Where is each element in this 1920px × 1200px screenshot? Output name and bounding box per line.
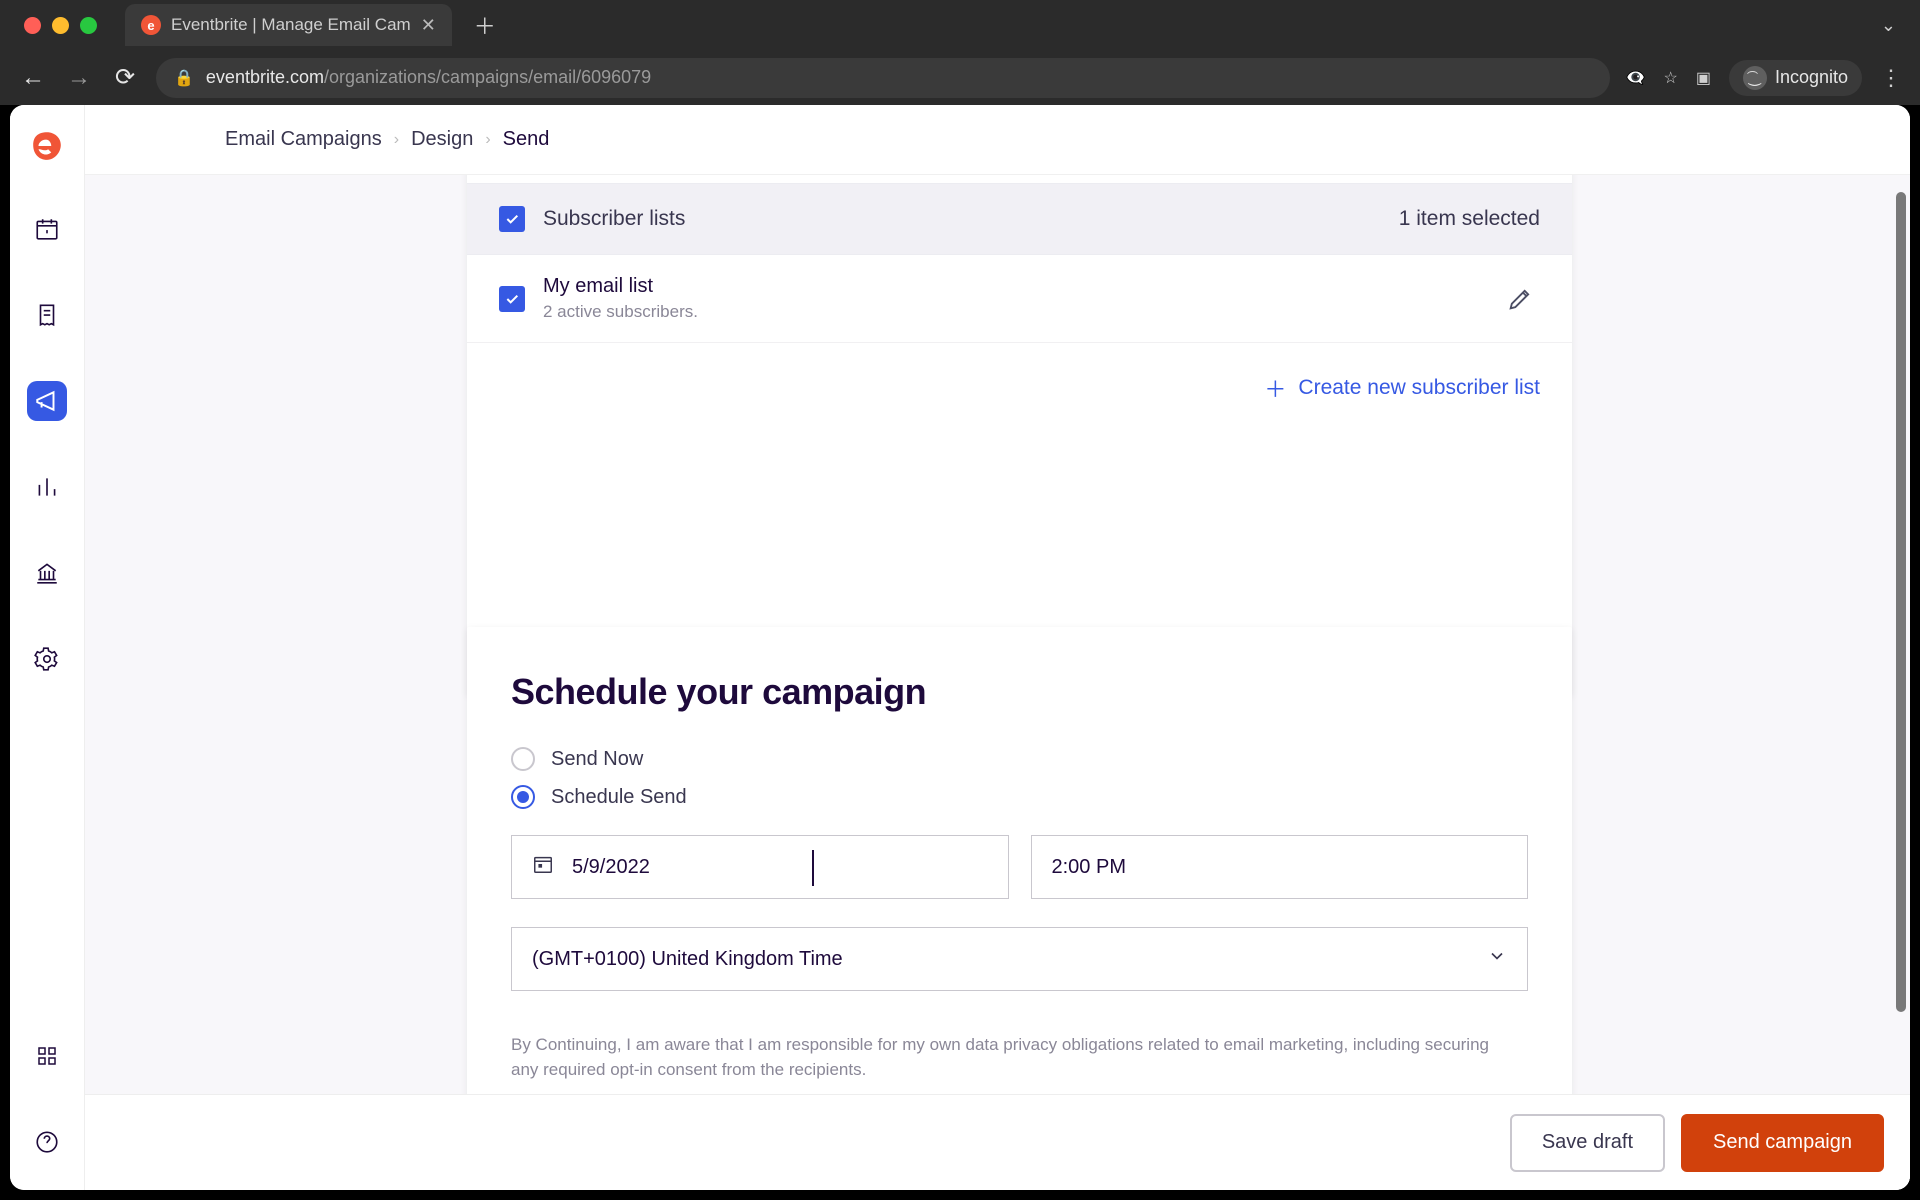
rail-reports-icon[interactable] [27, 467, 67, 507]
browser-tab[interactable]: e Eventbrite | Manage Email Cam ✕ [125, 4, 452, 46]
save-draft-button[interactable]: Save draft [1510, 1114, 1665, 1172]
timezone-value: (GMT+0100) United Kingdom Time [532, 948, 843, 971]
rail-help-icon[interactable] [27, 1122, 67, 1162]
radio-schedule-send[interactable]: Schedule Send [511, 785, 1528, 809]
legal-disclaimer: By Continuing, I am aware that I am resp… [511, 1033, 1511, 1082]
url-host: eventbrite.com [206, 67, 324, 87]
radio-send-now-label: Send Now [551, 748, 643, 771]
breadcrumb-email-campaigns[interactable]: Email Campaigns [225, 128, 382, 151]
save-draft-label: Save draft [1542, 1131, 1633, 1154]
time-input[interactable]: 2:00 PM [1031, 835, 1529, 899]
browser-menu-icon[interactable]: ⋮ [1880, 65, 1902, 91]
date-input[interactable]: 5/9/2022 [511, 835, 1009, 899]
schedule-card: Schedule your campaign Send Now Schedule… [467, 627, 1572, 1142]
rail-apps-icon[interactable] [27, 1036, 67, 1076]
app-window: Email Campaigns › Design › Send Subscrib… [10, 105, 1910, 1190]
checkbox-checked-icon[interactable] [499, 286, 525, 312]
nav-forward-icon: → [64, 64, 94, 92]
radio-schedule-send-label: Schedule Send [551, 786, 687, 809]
window-close-icon[interactable] [24, 17, 41, 34]
incognito-label: Incognito [1775, 67, 1848, 88]
content-column: Email Campaigns › Design › Send Subscrib… [85, 105, 1910, 1190]
scrollbar-thumb[interactable] [1896, 192, 1906, 1012]
panel-icon[interactable]: ▣ [1696, 68, 1711, 88]
browser-right-icons: 👁‍🗨 ☆ ▣ ͡⏝ Incognito ⋮ [1626, 60, 1902, 96]
tabs-menu-icon[interactable]: ⌄ [1881, 15, 1908, 36]
star-icon[interactable]: ☆ [1663, 68, 1677, 88]
create-subscriber-list-label: Create new subscriber list [1298, 376, 1540, 400]
subscriber-lists-count: 1 item selected [1399, 207, 1540, 231]
date-value: 5/9/2022 [572, 856, 650, 879]
list-row-title: My email list [543, 275, 698, 298]
new-tab-button[interactable]: ＋ [462, 9, 508, 41]
subscriber-lists-label: Subscriber lists [543, 207, 1399, 231]
window-maximize-icon[interactable] [80, 17, 97, 34]
chevron-down-icon [1487, 946, 1507, 972]
subscriber-lists-header[interactable]: Subscriber lists 1 item selected [467, 183, 1572, 255]
url-input[interactable]: 🔒 eventbrite.com/organizations/campaigns… [156, 58, 1610, 98]
list-row-subtitle: 2 active subscribers. [543, 302, 698, 322]
checkbox-checked-icon[interactable] [499, 206, 525, 232]
tab-close-icon[interactable]: ✕ [421, 15, 436, 36]
window-minimize-icon[interactable] [52, 17, 69, 34]
nav-back-icon[interactable]: ← [18, 64, 48, 92]
radio-send-now[interactable]: Send Now [511, 747, 1528, 771]
breadcrumb-send: Send [503, 128, 550, 151]
left-rail [10, 105, 85, 1190]
footer-bar: Save draft Send campaign [85, 1094, 1910, 1190]
incognito-icon: ͡⏝ [1743, 66, 1767, 90]
nav-reload-icon[interactable]: ⟳ [110, 63, 140, 92]
breadcrumb-sep-icon: › [382, 131, 411, 149]
send-campaign-button[interactable]: Send campaign [1681, 1114, 1884, 1172]
window-controls [12, 17, 115, 34]
tab-title: Eventbrite | Manage Email Cam [171, 15, 411, 35]
tab-bar: e Eventbrite | Manage Email Cam ✕ ＋ ⌄ [0, 0, 1920, 50]
favicon-icon: e [141, 15, 161, 35]
timezone-select[interactable]: (GMT+0100) United Kingdom Time [511, 927, 1528, 991]
send-campaign-label: Send campaign [1713, 1131, 1852, 1154]
plus-icon: ＋ [1264, 377, 1286, 399]
breadcrumb-design[interactable]: Design [411, 128, 473, 151]
rail-marketing-icon[interactable] [27, 381, 67, 421]
rail-calendar-icon[interactable] [27, 209, 67, 249]
eye-off-icon[interactable]: 👁‍🗨 [1626, 68, 1646, 88]
text-cursor-icon [812, 850, 814, 886]
page-scroll: Subscriber lists 1 item selected My emai… [85, 175, 1910, 1190]
pencil-icon [1506, 285, 1534, 313]
scrollbar[interactable] [1894, 177, 1906, 1094]
time-value: 2:00 PM [1052, 856, 1126, 879]
rail-settings-icon[interactable] [27, 639, 67, 679]
subscriber-list-row[interactable]: My email list 2 active subscribers. [467, 255, 1572, 343]
schedule-heading: Schedule your campaign [511, 671, 1528, 713]
radio-unchecked-icon[interactable] [511, 747, 535, 771]
rail-finance-icon[interactable] [27, 553, 67, 593]
browser-chrome: e Eventbrite | Manage Email Cam ✕ ＋ ⌄ ← … [0, 0, 1920, 105]
url-path: /organizations/campaigns/email/6096079 [324, 67, 651, 87]
radio-checked-icon[interactable] [511, 785, 535, 809]
create-subscriber-list-button[interactable]: ＋ Create new subscriber list [467, 343, 1572, 433]
rail-receipt-icon[interactable] [27, 295, 67, 335]
edit-list-button[interactable] [1500, 279, 1540, 319]
address-bar: ← → ⟳ 🔒 eventbrite.com/organizations/cam… [0, 50, 1920, 105]
calendar-icon [532, 853, 554, 881]
subscribers-card: Subscriber lists 1 item selected My emai… [467, 175, 1572, 695]
incognito-badge[interactable]: ͡⏝ Incognito [1729, 60, 1862, 96]
lock-icon: 🔒 [174, 68, 194, 88]
breadcrumb: Email Campaigns › Design › Send [85, 105, 1910, 175]
breadcrumb-sep-icon: › [473, 131, 502, 149]
brand-logo-icon[interactable] [30, 129, 64, 163]
